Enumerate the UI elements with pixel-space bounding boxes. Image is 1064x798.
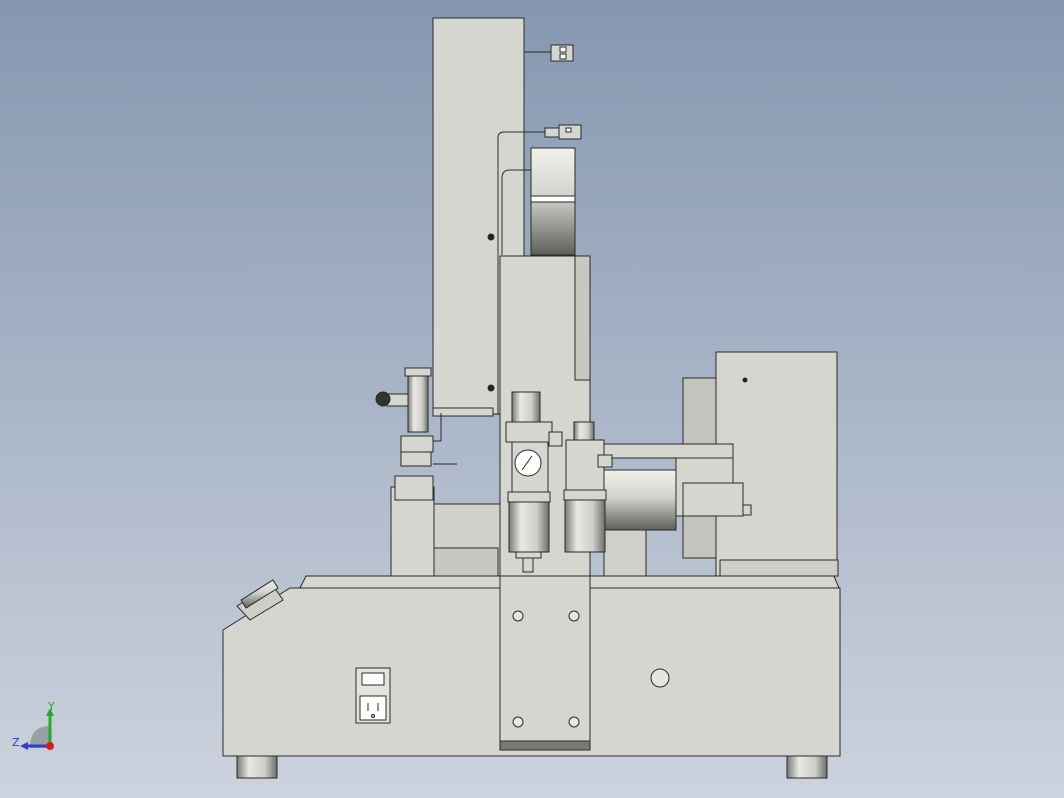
cad-viewport[interactable]: Y Z: [0, 0, 1064, 798]
power-inlet-panel[interactable]: [355, 667, 391, 724]
motor-cylinder[interactable]: [603, 469, 677, 531]
top-connector[interactable]: [524, 44, 574, 62]
foot-right: [786, 755, 828, 779]
power-switch[interactable]: [361, 672, 385, 686]
column-foot: [432, 407, 494, 417]
round-port[interactable]: [650, 668, 670, 688]
right-cabinet[interactable]: [715, 351, 838, 577]
triad-z-label: Z: [12, 736, 20, 749]
machine-side-view: Y Z: [12, 17, 841, 779]
triad-y-label: Y: [47, 700, 55, 713]
foot-left: [236, 755, 278, 779]
orientation-triad: Y Z: [12, 700, 55, 750]
